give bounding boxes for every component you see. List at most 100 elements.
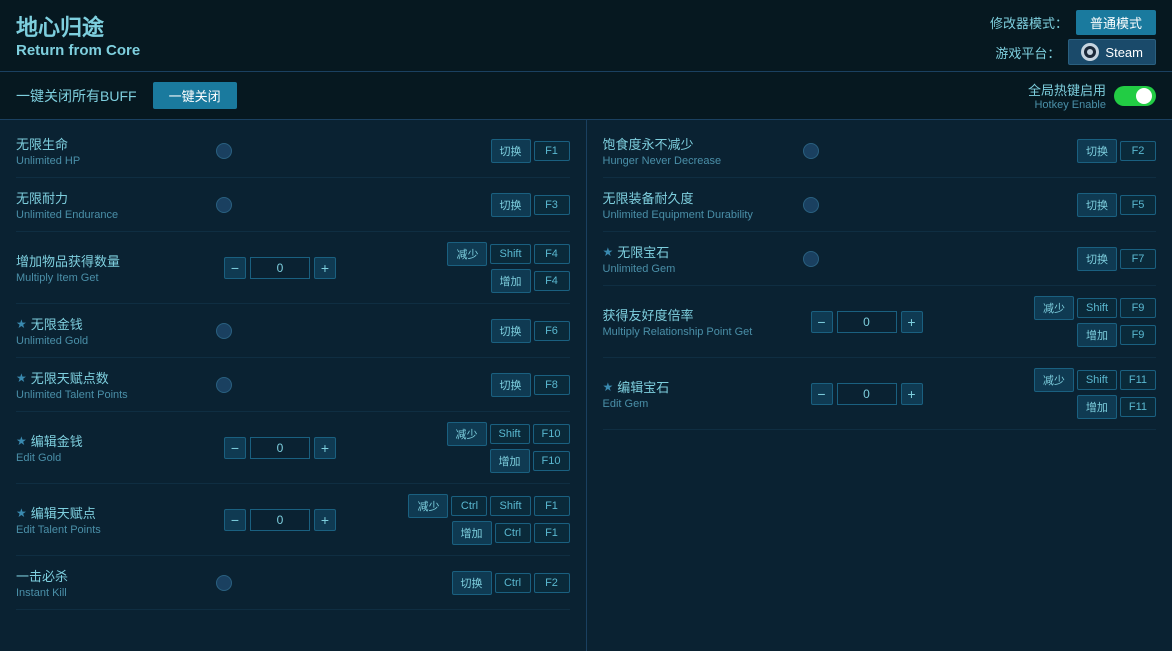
stepper-input[interactable] [837,383,897,405]
key-btn[interactable]: Ctrl [495,523,531,543]
action-btn[interactable]: 增加 [452,521,492,545]
action-btn[interactable]: 减少 [1034,296,1074,320]
stepper-minus[interactable]: − [811,383,833,405]
section-controls: 切换F7 [1077,247,1156,271]
action-btn[interactable]: 增加 [1077,323,1117,347]
key-btn[interactable]: F1 [534,496,570,516]
platform-button[interactable]: Steam [1068,39,1156,65]
key-group-row: 增加F9 [1077,323,1156,347]
action-btn[interactable]: 切换 [1077,139,1117,163]
key-btn[interactable]: F9 [1120,325,1156,345]
star-icon: ★ [16,506,27,520]
action-btn[interactable]: 增加 [490,449,530,473]
stepper-plus[interactable]: + [901,383,923,405]
section-title-en: Unlimited Equipment Durability [603,209,803,221]
key-group-row: 增加CtrlF1 [452,521,570,545]
cn-title-text: 增加物品获得数量 [16,251,120,270]
key-row: 切换F8 [491,373,570,397]
key-group-row: 减少ShiftF9 [1034,296,1156,320]
stepper-input[interactable] [250,437,310,459]
stepper-minus[interactable]: − [811,311,833,333]
feature-toggle[interactable] [216,143,232,159]
key-row: 切换F7 [1077,247,1156,271]
stepper-minus[interactable]: − [224,509,246,531]
stepper-plus[interactable]: + [314,257,336,279]
action-btn[interactable]: 减少 [408,494,448,518]
key-btn[interactable]: Shift [490,424,530,444]
key-btn[interactable]: Shift [1077,298,1117,318]
action-btn[interactable]: 减少 [1034,368,1074,392]
key-btn[interactable]: F11 [1120,370,1156,390]
feature-toggle[interactable] [803,197,819,213]
section-title-en: Unlimited Talent Points [16,389,216,401]
feature-toggle[interactable] [803,251,819,267]
feature-toggle[interactable] [216,323,232,339]
key-btn[interactable]: F4 [534,271,570,291]
one-click-close-button[interactable]: 一键关闭 [153,82,237,109]
key-row: 切换F3 [491,193,570,217]
stepper-input[interactable] [250,257,310,279]
stepper-input[interactable] [250,509,310,531]
section-title-en: Unlimited Gem [603,263,803,275]
action-btn[interactable]: 增加 [491,269,531,293]
action-btn[interactable]: 减少 [447,242,487,266]
key-btn[interactable]: F10 [533,451,570,471]
section-title-cn: 无限装备耐久度 [603,188,803,207]
section-title-cn: 一击必杀 [16,566,216,585]
stepper-plus[interactable]: + [314,437,336,459]
stepper-plus[interactable]: + [314,509,336,531]
stepper: −+ [811,311,923,333]
key-btn[interactable]: F6 [534,321,570,341]
key-btn[interactable]: F2 [1120,141,1156,161]
multi-btn-group: 减少ShiftF11增加F11 [1034,368,1156,419]
key-btn[interactable]: Shift [490,496,530,516]
section-instant-kill: 一击必杀Instant Kill切换CtrlF2 [16,556,570,610]
action-btn[interactable]: 切换 [491,373,531,397]
hotkey-sublabel: Hotkey Enable [1028,99,1106,111]
stepper-minus[interactable]: − [224,257,246,279]
key-btn[interactable]: F9 [1120,298,1156,318]
key-btn[interactable]: F4 [534,244,570,264]
feature-toggle[interactable] [216,575,232,591]
cn-title-text: 无限天赋点数 [31,368,109,387]
stepper: −+ [811,383,923,405]
mode-button[interactable]: 普通模式 [1076,10,1156,35]
section-title-cn: 获得友好度倍率 [603,305,803,324]
key-btn[interactable]: F1 [534,141,570,161]
section-info: 获得友好度倍率Multiply Relationship Point Get [603,305,803,338]
key-btn[interactable]: Shift [490,244,530,264]
key-btn[interactable]: F5 [1120,195,1156,215]
section-title-en: Unlimited HP [16,155,216,167]
action-btn[interactable]: 切换 [491,193,531,217]
feature-toggle[interactable] [216,377,232,393]
key-btn[interactable]: F1 [534,523,570,543]
key-btn[interactable]: Ctrl [451,496,487,516]
feature-toggle[interactable] [803,143,819,159]
key-btn[interactable]: F8 [534,375,570,395]
action-btn[interactable]: 切换 [491,139,531,163]
key-row: 切换F2 [1077,139,1156,163]
section-info: 饱食度永不减少Hunger Never Decrease [603,134,803,167]
key-btn[interactable]: Shift [1077,370,1117,390]
hotkey-toggle[interactable] [1114,86,1156,106]
key-btn[interactable]: F2 [534,573,570,593]
action-btn[interactable]: 切换 [452,571,492,595]
key-btn[interactable]: F3 [534,195,570,215]
stepper-input[interactable] [837,311,897,333]
action-btn[interactable]: 切换 [1077,193,1117,217]
action-btn[interactable]: 增加 [1077,395,1117,419]
multi-btn-group: 减少ShiftF10增加F10 [447,422,570,473]
key-btn[interactable]: F10 [533,424,570,444]
stepper-minus[interactable]: − [224,437,246,459]
section-unlimited-endurance: 无限耐力Unlimited Endurance切换F3 [16,178,570,232]
action-btn[interactable]: 切换 [491,319,531,343]
feature-toggle[interactable] [216,197,232,213]
action-btn[interactable]: 减少 [447,422,487,446]
section-controls: 减少ShiftF9增加F9 [1034,296,1156,347]
stepper-plus[interactable]: + [901,311,923,333]
key-btn[interactable]: F11 [1120,397,1156,417]
action-btn[interactable]: 切换 [1077,247,1117,271]
key-btn[interactable]: F7 [1120,249,1156,269]
key-btn[interactable]: Ctrl [495,573,531,593]
key-group-row: 增加F11 [1077,395,1156,419]
